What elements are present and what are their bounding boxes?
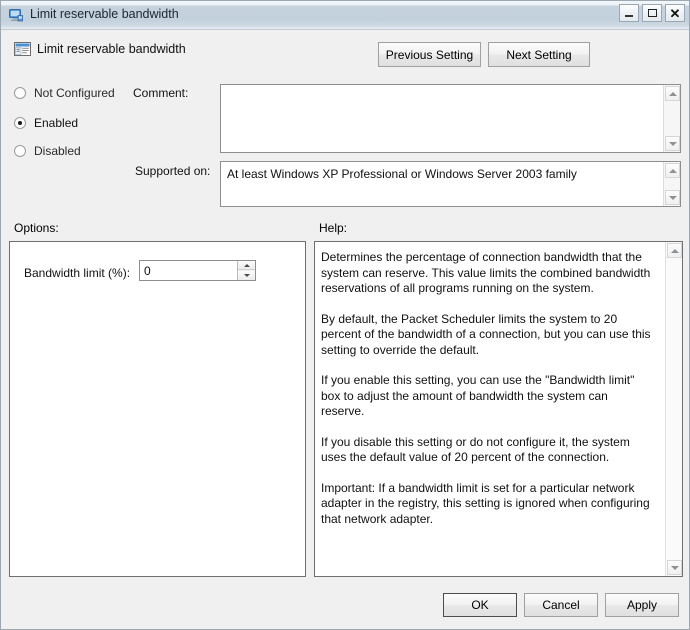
radio-not-configured[interactable]: Not Configured: [14, 86, 115, 100]
supported-on-scrollbar[interactable]: [663, 162, 680, 206]
scroll-up-icon[interactable]: [665, 86, 680, 101]
supported-on-label: Supported on:: [135, 164, 211, 178]
page-title: Limit reservable bandwidth: [37, 42, 186, 56]
help-panel: Determines the percentage of connection …: [314, 241, 683, 577]
help-paragraph: Determines the percentage of connection …: [321, 250, 651, 295]
close-icon: ✕: [669, 5, 681, 21]
close-button[interactable]: ✕: [665, 4, 685, 22]
stepper-increment-icon[interactable]: [238, 261, 255, 270]
radio-disabled-mark: [14, 145, 26, 157]
stepper-decrement-icon[interactable]: [238, 271, 255, 280]
scroll-down-icon[interactable]: [665, 136, 680, 151]
computer-monitor-icon: [8, 7, 24, 23]
scroll-up-icon[interactable]: [667, 243, 682, 258]
help-paragraph: Important: If a bandwidth limit is set f…: [321, 480, 650, 526]
comment-scrollbar[interactable]: [663, 85, 680, 152]
bandwidth-limit-stepper[interactable]: 0: [139, 260, 256, 281]
help-section-label: Help:: [319, 221, 348, 235]
policy-setting-icon: [14, 41, 31, 57]
maximize-button[interactable]: [642, 4, 662, 22]
apply-button[interactable]: Apply: [605, 593, 679, 617]
supported-on-field[interactable]: At least Windows XP Professional or Wind…: [220, 161, 681, 207]
next-setting-button[interactable]: Next Setting: [488, 42, 590, 67]
stepper-buttons: [237, 261, 255, 280]
group-policy-setting-dialog: Limit reservable bandwidth ✕ Limit reser…: [0, 0, 690, 630]
help-paragraph: If you disable this setting or do not co…: [321, 434, 630, 465]
window-controls: ✕: [619, 4, 685, 22]
radio-not-configured-label: Not Configured: [34, 86, 115, 100]
bandwidth-limit-label: Bandwidth limit (%):: [24, 266, 131, 280]
maximize-icon: [647, 9, 657, 17]
scroll-down-icon[interactable]: [665, 190, 680, 205]
radio-not-configured-mark: [14, 87, 26, 99]
help-text: Determines the percentage of connection …: [321, 250, 651, 527]
comment-label: Comment:: [133, 86, 189, 100]
help-paragraph: By default, the Packet Scheduler limits …: [321, 311, 651, 357]
help-scrollbar[interactable]: [665, 242, 682, 576]
comment-input[interactable]: [220, 84, 681, 153]
minimize-icon: [625, 15, 633, 17]
scroll-up-icon[interactable]: [665, 163, 680, 178]
scroll-down-icon[interactable]: [667, 560, 682, 575]
radio-enabled-label: Enabled: [34, 116, 79, 130]
supported-on-value: At least Windows XP Professional or Wind…: [227, 167, 577, 181]
ok-button[interactable]: OK: [443, 593, 517, 617]
title-bar: Limit reservable bandwidth ✕: [1, 1, 689, 30]
options-panel: Bandwidth limit (%): 0: [9, 241, 306, 577]
radio-enabled-mark: [14, 117, 26, 129]
previous-setting-button[interactable]: Previous Setting: [378, 42, 481, 67]
radio-enabled[interactable]: Enabled: [14, 116, 78, 130]
radio-disabled-label: Disabled: [34, 144, 81, 158]
window-title: Limit reservable bandwidth: [30, 7, 179, 21]
bandwidth-limit-value: 0: [144, 264, 151, 278]
options-section-label: Options:: [14, 221, 59, 235]
help-paragraph: If you enable this setting, you can use …: [321, 373, 635, 418]
minimize-button[interactable]: [619, 4, 639, 22]
radio-disabled[interactable]: Disabled: [14, 144, 81, 158]
cancel-button[interactable]: Cancel: [524, 593, 598, 617]
